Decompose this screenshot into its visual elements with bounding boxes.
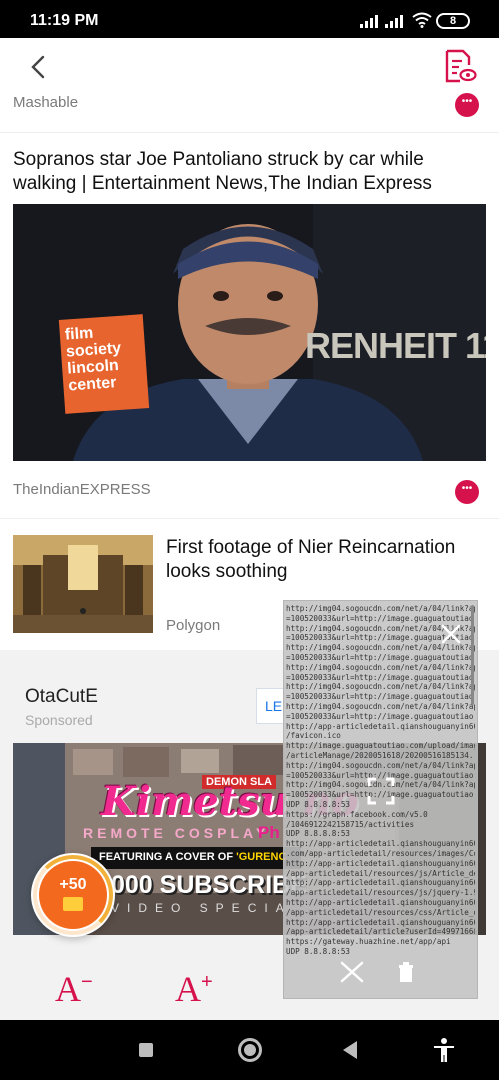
- close-icon[interactable]: [440, 623, 462, 645]
- poster-sign: film society lincoln center: [58, 314, 150, 414]
- log-entry: /app-articledetail/resources/css/Article…: [286, 907, 475, 917]
- poster-banner-text: RENHEIT 11/9: [305, 325, 486, 366]
- clear-filter-icon[interactable]: [339, 960, 365, 984]
- more-options-icon[interactable]: [455, 480, 479, 504]
- log-entry: =100520033&url=http://image.guaguatoutia…: [286, 652, 475, 662]
- reward-coin-button[interactable]: +50: [31, 853, 115, 937]
- divider: [0, 132, 499, 133]
- log-entry: http://app-articledetail.qianshouguanyin…: [286, 858, 475, 868]
- log-entry: .com/app-articledetail/resources/images/…: [286, 848, 475, 858]
- system-navigation-bar: [0, 1020, 499, 1080]
- source-label: TheIndianEXPRESS: [13, 481, 151, 498]
- sponsored-label: Sponsored: [25, 712, 93, 728]
- log-entry: /app-articledetail/resources/js/jquery-1…: [286, 888, 475, 898]
- divider: [0, 518, 499, 519]
- fullscreen-icon[interactable]: [367, 777, 395, 805]
- log-entry: http://image.guaguatoutiao.com/upload/im…: [286, 741, 475, 751]
- more-options-icon[interactable]: [455, 93, 479, 117]
- log-entry: http://img04.sogoucdn.com/net/a/04/link?…: [286, 682, 475, 692]
- status-bar: 11:19 PM 8: [0, 0, 499, 38]
- signal-icon: [360, 14, 378, 28]
- scrollbar[interactable]: [471, 605, 474, 705]
- log-entry: http://app-articledetail.qianshouguanyin…: [286, 917, 475, 927]
- back-triangle-icon[interactable]: [343, 1041, 357, 1059]
- accessibility-icon[interactable]: [432, 1037, 456, 1063]
- trash-icon[interactable]: [397, 961, 415, 983]
- log-entry: UDP 8.8.8.8:53: [286, 946, 351, 956]
- log-entry: https://graph.facebook.com/v5.0: [286, 809, 428, 819]
- source-label: Polygon: [166, 617, 221, 634]
- home-icon[interactable]: [238, 1038, 262, 1062]
- app-screen: 11:19 PM 8 Mashable Sopranos star Joe Pa…: [0, 0, 499, 1080]
- log-entry: =100520033&url=http://image.guaguatoutia…: [286, 692, 475, 702]
- article-thumbnail: [13, 535, 153, 633]
- article-image[interactable]: film society lincoln center RENHEIT 11/9: [13, 204, 486, 461]
- signal-icon: [385, 14, 403, 28]
- article-headline: First footage of Nier Reincarnation look…: [166, 537, 456, 582]
- game-scene-illustration: [13, 535, 153, 633]
- reward-badge: +50: [39, 861, 107, 929]
- wifi-icon: [412, 12, 432, 28]
- log-entry: http://img04.sogoucdn.com/net/a/04/link?…: [286, 604, 475, 613]
- log-entry: http://img04.sogoucdn.com/net/a/04/link?…: [286, 662, 475, 672]
- top-toolbar: [0, 38, 499, 94]
- ad-text: VIDEO SPECIA: [111, 901, 292, 915]
- log-entry: http://app-articledetail.qianshouguanyin…: [286, 878, 475, 888]
- status-time: 11:19 PM: [30, 12, 99, 29]
- article-headline[interactable]: Sopranos star Joe Pantoliano struck by c…: [13, 148, 483, 196]
- recents-icon[interactable]: [139, 1043, 153, 1057]
- log-entry: =100520033&url=http://image.guaguatoutia…: [286, 711, 475, 721]
- log-entry: /app-articledetail/resources/js/Article_…: [286, 868, 475, 878]
- log-entry: /articleManage/2020051618/20200516185134…: [286, 750, 475, 760]
- log-entry: http://img04.sogoucdn.com/net/a/04/link?…: [286, 701, 475, 711]
- chevron-left-icon[interactable]: [24, 52, 54, 82]
- reward-points-label: +50: [59, 876, 87, 893]
- log-entry: =100520033&url=http://image.guaguatoutia…: [286, 672, 475, 682]
- ad-text: Ph: [258, 823, 280, 842]
- source-label: Mashable: [13, 94, 79, 111]
- ad-text-banner: FEATURING A COVER OF 'GURENC: [91, 847, 301, 869]
- battery-icon: 8: [436, 13, 470, 29]
- log-entry: /app-articledetail/article?userId=499716…: [286, 927, 475, 937]
- wallet-icon: [63, 897, 83, 911]
- log-entry: http://app-articledetail.qianshouguanyin…: [286, 721, 475, 731]
- ad-text: 000 SUBSCRIBE: [111, 871, 307, 899]
- ad-advertiser-name: OtaCutE: [25, 686, 98, 707]
- font-decrease-button[interactable]: A−: [55, 968, 93, 1010]
- log-entry: /favicon.ico: [286, 731, 341, 741]
- document-eye-icon[interactable]: [443, 48, 477, 84]
- log-entry: http://app-articledetail.qianshouguanyin…: [286, 897, 475, 907]
- log-entry: http://img04.sogoucdn.com/net/a/04/link?…: [286, 760, 475, 770]
- log-entry: http://app-articledetail.qianshouguanyin…: [286, 839, 475, 849]
- log-entry: https://gateway.huazhine.net/app/api: [286, 937, 451, 947]
- log-entry: UDP 8.8.8.8:53: [286, 829, 351, 839]
- log-entry: /1046912242158715/activities: [286, 819, 415, 829]
- ad-text: REMOTE COSPLAY: [83, 825, 270, 841]
- font-increase-button[interactable]: A+: [175, 968, 213, 1010]
- network-log-panel[interactable]: http://img04.sogoucdn.com/net/a/04/link?…: [283, 600, 478, 999]
